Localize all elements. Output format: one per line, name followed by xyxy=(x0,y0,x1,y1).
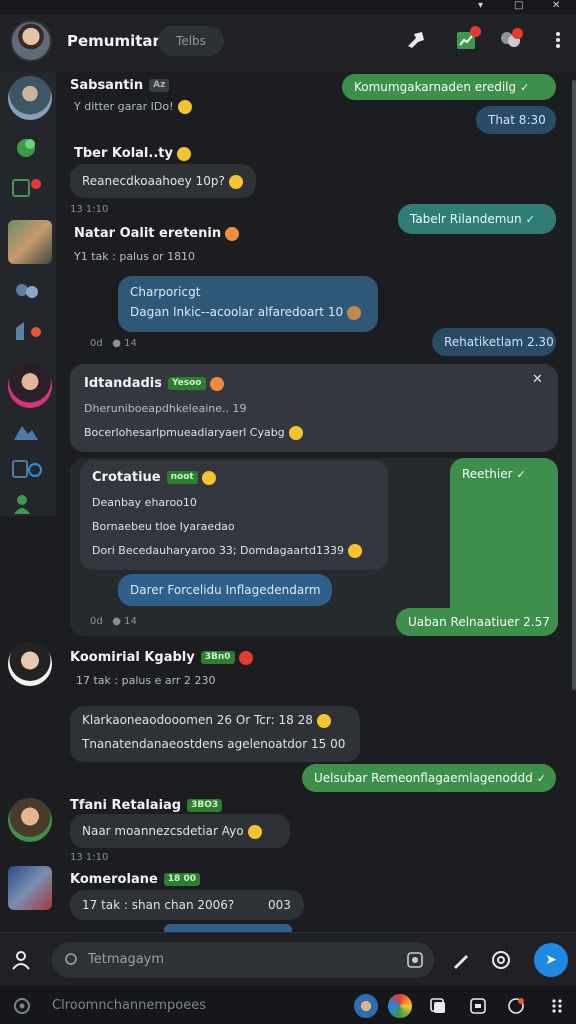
share-icon[interactable] xyxy=(10,318,42,346)
sidebar-avatar-3[interactable] xyxy=(8,364,52,408)
clock-icon[interactable] xyxy=(506,996,526,1016)
incoming-message[interactable]: 17 tak : shan chan 2006? 003 xyxy=(70,890,304,920)
outgoing-message[interactable]: Tabelr Rilandemun ✓ xyxy=(398,204,556,234)
incoming-message[interactable]: Naar moannezcsdetiar Ayo xyxy=(70,814,290,848)
close-window-icon[interactable]: ✕ xyxy=(552,0,560,12)
message-time: 13 1:10 xyxy=(70,204,109,215)
close-icon[interactable]: ✕ xyxy=(532,372,543,387)
video-icon[interactable] xyxy=(10,174,42,202)
tab-secondary[interactable]: Telbs xyxy=(158,26,224,56)
message-line: Deanbay eharoo10 xyxy=(92,496,197,509)
sidebar-avatar-1[interactable] xyxy=(8,76,52,120)
pin-icon[interactable] xyxy=(404,28,428,52)
people-icon[interactable] xyxy=(10,278,42,306)
incoming-message[interactable]: Reanecdkoaahoey 10p? xyxy=(70,164,256,198)
sender-name: Sabsantin Az xyxy=(70,78,170,93)
stack-icon[interactable] xyxy=(428,996,448,1016)
message-line: Bocerlohesarlpmueadiaryaerl Cyabg xyxy=(84,426,303,440)
outgoing-message[interactable]: Komumgakarnaden eredilg ✓ xyxy=(342,74,556,100)
user-avatar[interactable] xyxy=(10,20,52,62)
partial-message xyxy=(164,924,292,932)
message-line: Bornaebeu tloe Iyaraedao xyxy=(92,520,235,533)
pen-icon[interactable] xyxy=(450,949,472,971)
contact-avatar[interactable] xyxy=(8,866,52,910)
outgoing-message[interactable]: Darer Forcelidu Inflagedendarm xyxy=(118,574,332,606)
footer-avatar-1[interactable] xyxy=(354,994,378,1018)
footer-avatar-2[interactable] xyxy=(388,994,412,1018)
footer-bar: Clroomnchannempoees xyxy=(0,986,576,1024)
message-input[interactable]: Tetmagaym xyxy=(52,942,434,978)
chat-scrollbar[interactable] xyxy=(572,80,576,690)
sender-name: Natar Oalit eretenin xyxy=(74,226,240,241)
message-preview: 17 tak : palus e arr 2 230 xyxy=(76,674,216,687)
outgoing-message[interactable]: That 8:30 xyxy=(476,106,556,134)
message-preview: Y ditter garar IDo! xyxy=(74,100,192,114)
message-preview: Y1 tak : palus or 1810 xyxy=(74,250,196,263)
message-line: Dheruniboeapdhkeleaine.. 19 xyxy=(84,402,247,415)
message-placeholder: Tetmagaym xyxy=(88,952,165,967)
group-badge xyxy=(512,28,523,39)
message-line: Dori Becedauharyaroo 33; Domdagaartd1339 xyxy=(92,544,362,558)
sender-name: Koomirial Kgably 3Bn0 xyxy=(70,650,253,665)
mountain-icon[interactable] xyxy=(10,418,42,446)
outgoing-message[interactable]: Uaban Relnaatiuer 2.57 xyxy=(396,608,556,636)
message-time: 13 1:10 xyxy=(70,852,109,863)
sender-name: Idtandadis Yesoo xyxy=(84,376,224,391)
composer-bar: Tetmagaym ➤ xyxy=(0,932,576,986)
search-icon xyxy=(65,953,77,965)
more-icon[interactable] xyxy=(546,28,570,52)
sender-name: Tber Kolal..ty xyxy=(74,146,191,161)
window-titlebar: ▾ □ ✕ xyxy=(0,0,576,14)
mention-icon[interactable] xyxy=(490,949,512,971)
contact-icon[interactable] xyxy=(10,949,32,971)
sender-name: Tfani Retalaiag 3BO3 xyxy=(70,798,223,813)
emoji-icon[interactable] xyxy=(406,951,424,969)
spinner-icon[interactable] xyxy=(12,996,32,1016)
grid-icon[interactable] xyxy=(548,996,568,1016)
sidebar-avatar-2[interactable] xyxy=(8,220,52,264)
outgoing-message[interactable]: Rehatiketlam 2.30 xyxy=(432,328,556,356)
outgoing-message[interactable]: Uelsubar Remeonflagaemlagenoddd ✓ xyxy=(302,764,556,792)
note-icon[interactable] xyxy=(468,996,488,1016)
outgoing-message[interactable]: Charporicgt Dagan Inkic--acoolar alfared… xyxy=(118,276,378,332)
send-button[interactable]: ➤ xyxy=(534,943,568,977)
contact-avatar[interactable] xyxy=(8,642,52,686)
image-icon[interactable] xyxy=(10,456,42,484)
message-meta: 0d ● 14 xyxy=(90,338,137,349)
incoming-message[interactable]: Klarkaoneaodooomen 26 Or Tcr: 18 28 Tnan… xyxy=(70,706,360,762)
page-title: Pemumitan xyxy=(67,32,164,50)
sender-name: Komerolane 18 00 xyxy=(70,872,200,887)
sidebar xyxy=(0,72,56,516)
notification-badge xyxy=(470,26,481,37)
chat-bubble-icon[interactable] xyxy=(10,134,42,162)
maximize-icon[interactable]: □ xyxy=(514,0,523,12)
contact-avatar[interactable] xyxy=(8,798,52,842)
footer-text: Clroomnchannempoees xyxy=(52,998,207,1013)
sender-name: Crotatiue noot xyxy=(92,470,216,485)
minimize-icon[interactable]: ▾ xyxy=(478,0,483,12)
team-icon[interactable] xyxy=(10,490,42,518)
message-meta: 0d ● 14 xyxy=(90,616,137,627)
chat-header: Pemumitan Telbs xyxy=(0,14,576,72)
